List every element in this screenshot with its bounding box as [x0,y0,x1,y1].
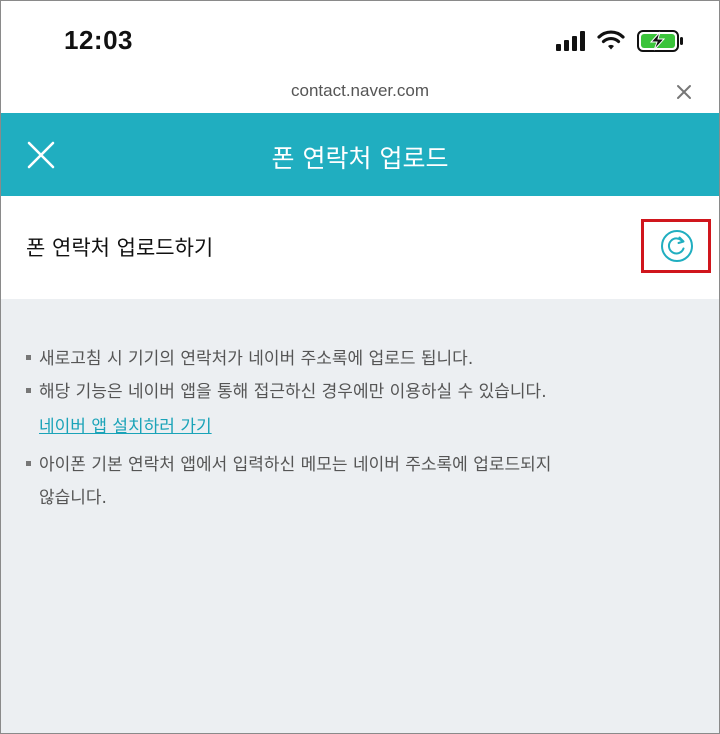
phone-screen: 12:03 contact.naver.com 폰 연락처 업로드 폰 연락처 … [0,0,720,734]
page-header: 폰 연락처 업로드 [1,113,719,196]
info-note: 새로고침 시 기기의 연락처가 네이버 주소록에 업로드 됩니다. [26,343,473,376]
info-note: 아이폰 기본 연락처 앱에서 입력하신 메모는 네이버 주소록에 업로드되지 [26,449,551,482]
refresh-button[interactable] [641,219,711,273]
info-note: 해당 기능은 네이버 앱을 통해 접근하신 경우에만 이용하실 수 있습니다. [26,376,547,409]
upload-label: 폰 연락처 업로드하기 [26,236,214,260]
refresh-icon[interactable] [660,229,694,263]
info-note-continued: 않습니다. [39,488,107,508]
bullet-marker [26,354,31,360]
cellular-signal-icon [556,31,585,51]
page-title: 폰 연락처 업로드 [271,144,449,173]
status-time: 12:03 [64,25,133,55]
info-note-text: 새로고침 시 기기의 연락처가 네이버 주소록에 업로드 됩니다. [39,349,474,369]
battery-charging-icon [637,30,683,52]
info-note-text: 아이폰 기본 연락처 앱에서 입력하신 메모는 네이버 주소록에 업로드되지 [39,455,552,475]
info-section: 새로고침 시 기기의 연락처가 네이버 주소록에 업로드 됩니다. 해당 기능은… [1,299,719,733]
close-icon[interactable] [675,83,693,101]
bullet-marker [26,460,31,466]
wifi-icon [597,30,625,50]
status-bar: 12:03 [1,1,719,77]
info-note-text: 해당 기능은 네이버 앱을 통해 접근하신 경우에만 이용하실 수 있습니다. [39,382,547,402]
bullet-marker [26,387,31,393]
browser-url-bar: contact.naver.com [1,77,719,113]
install-naver-app-link[interactable]: 네이버 앱 설치하러 가기 [39,411,212,444]
contact-upload-row: 폰 연락처 업로드하기 [1,196,719,299]
url-text[interactable]: contact.naver.com [1,81,719,101]
